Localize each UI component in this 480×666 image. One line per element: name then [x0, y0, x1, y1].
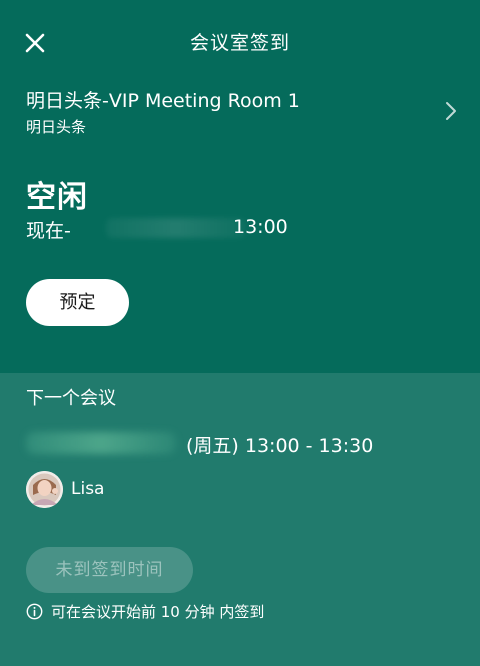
info-icon [26, 603, 43, 620]
available-until-time: 13:00 [233, 216, 288, 238]
avatar-photo-icon [26, 471, 63, 508]
redacted-text [106, 218, 246, 238]
checkin-hint: 可在会议开始前 10 分钟 内签到 [26, 601, 466, 623]
avatar [26, 471, 63, 508]
attendee-name: Lisa [71, 479, 105, 499]
book-button[interactable]: 预定 [26, 279, 129, 326]
next-meeting-time: (周五) 13:00 - 13:30 [186, 435, 374, 457]
chevron-right-icon [446, 102, 456, 120]
redacted-meeting-title [26, 432, 176, 454]
room-subtitle: 明日头条 [26, 118, 87, 136]
now-label: 现在- [26, 220, 71, 242]
room-info-row[interactable]: 明日头条-VIP Meeting Room 1 明日头条 [26, 86, 466, 142]
room-status: 空闲 [26, 180, 88, 215]
room-name: 明日头条-VIP Meeting Room 1 [26, 90, 300, 112]
next-meeting-label: 下一个会议 [26, 388, 116, 409]
attendee: Lisa [26, 471, 226, 509]
checkin-button[interactable]: 未到签到时间 [26, 547, 193, 593]
checkin-hint-text: 可在会议开始前 10 分钟 内签到 [51, 603, 265, 621]
next-meeting-row: (周五) 13:00 - 13:30 [26, 430, 466, 458]
page-title: 会议室签到 [189, 32, 290, 54]
availability-row: 现在- 13:00 [26, 216, 326, 242]
